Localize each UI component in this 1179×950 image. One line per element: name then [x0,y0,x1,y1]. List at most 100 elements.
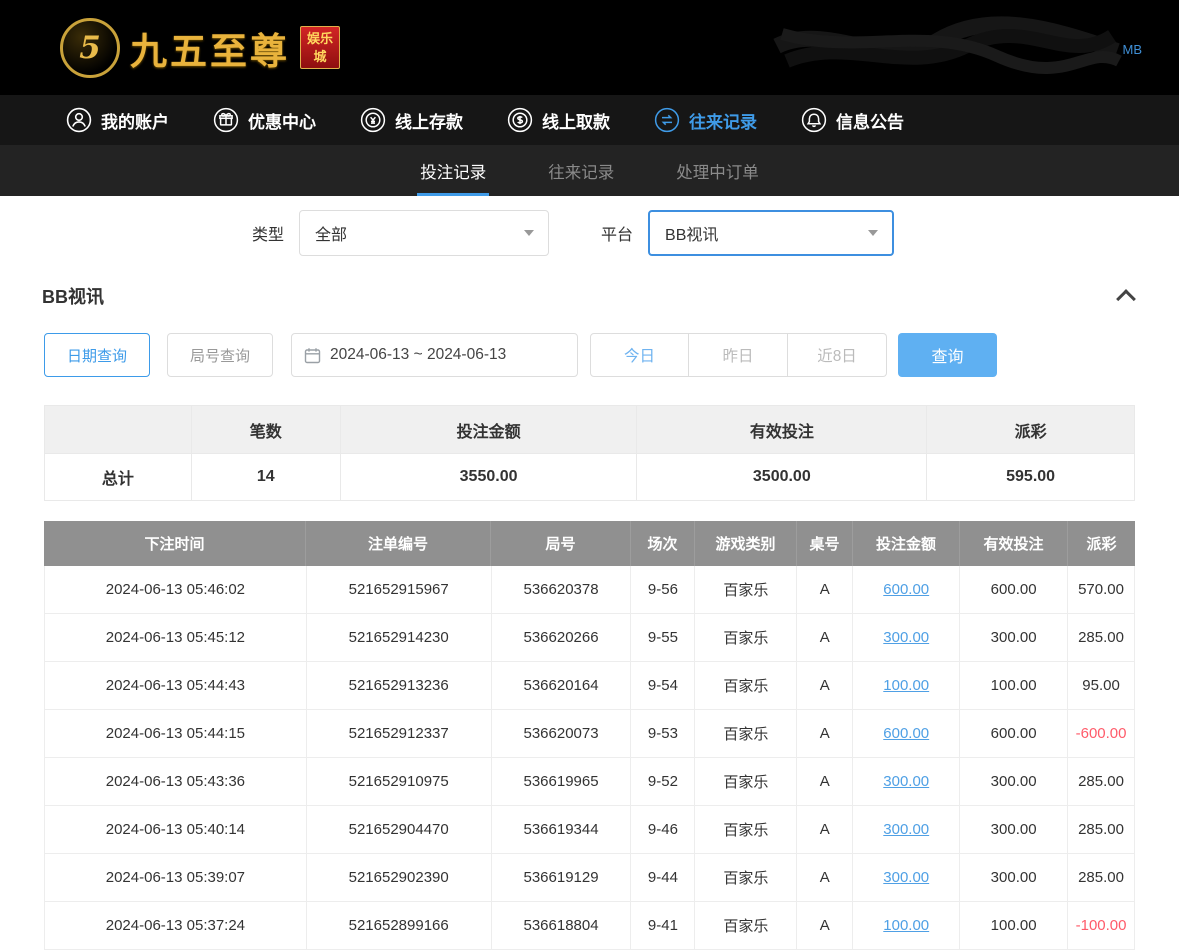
payout-cell: -600.00 [1068,710,1135,757]
table-no-cell: A [797,758,853,805]
nav-item-promotions[interactable]: 优惠中心 [213,107,316,133]
summary-header-row: 笔数 投注金额 有效投注 派彩 [45,406,1135,454]
logo-glyph: 5 [79,30,101,66]
bet-amount-link[interactable]: 100.00 [853,902,960,949]
table-no-cell: A [797,662,853,709]
valid-bet-cell: 300.00 [960,758,1068,805]
bet-amount-link[interactable]: 600.00 [853,710,960,757]
bet-amount-link[interactable]: 300.00 [853,854,960,901]
type-select-value: 全部 [315,221,347,245]
col-header-valid-bet: 有效投注 [960,521,1068,566]
top-header: 5 九五至尊 娱乐城 MB [0,0,1179,95]
col-header-session: 场次 [631,521,695,566]
logo-text: 九五至尊 [130,21,290,75]
logo-badge: 娱乐城 [300,26,340,69]
col-header-bet-time: 下注时间 [44,521,306,566]
main-nav: 我的账户 优惠中心 线上存款 线上取款 往来记录 信息公告 [0,95,1179,145]
table-row: 2024-06-13 05:39:07521652902390536619129… [45,854,1135,902]
nav-item-my-account[interactable]: 我的账户 [66,107,169,133]
game-type-cell: 百家乐 [695,902,797,949]
filter-row: 类型 全部 平台 BB视讯 [252,210,1179,256]
session-cell: 9-46 [631,806,695,853]
yesterday-button[interactable]: 昨日 [689,333,788,377]
redacted-scribble [767,16,1127,78]
summary-total-row: 总计 14 3550.00 3500.00 595.00 [45,454,1135,501]
logo-emblem-icon: 5 [60,18,120,78]
table-row: 2024-06-13 05:44:15521652912337536620073… [45,710,1135,758]
session-cell: 9-44 [631,854,695,901]
collapse-chevron-up-icon[interactable] [1116,289,1136,309]
order-id-cell: 521652904470 [307,806,492,853]
bet-time-cell: 2024-06-13 05:37:24 [45,902,307,949]
summary-valid-bet-value: 3500.00 [637,454,927,501]
session-cell: 9-41 [631,902,695,949]
round-id-cell: 536620266 [492,614,632,661]
deposit-coin-icon [360,107,386,133]
bet-records-table: 下注时间 注单编号 局号 场次 游戏类别 桌号 投注金额 有效投注 派彩 202… [44,521,1135,950]
order-id-cell: 521652913236 [307,662,492,709]
nav-item-label: 往来记录 [689,108,757,133]
type-select[interactable]: 全部 [299,210,549,256]
query-controls: 日期查询 局号查询 2024-06-13 ~ 2024-06-13 今日 昨日 … [44,333,1179,377]
valid-bet-cell: 600.00 [960,710,1068,757]
session-cell: 9-56 [631,566,695,613]
round-id-cell: 536620378 [492,566,632,613]
bet-amount-link[interactable]: 600.00 [853,566,960,613]
payout-cell: 95.00 [1068,662,1135,709]
nav-item-label: 线上取款 [542,108,610,133]
payout-cell: 285.00 [1068,758,1135,805]
valid-bet-cell: 100.00 [960,902,1068,949]
currency-label: MB [1123,42,1143,57]
search-button[interactable]: 查询 [898,333,997,377]
summary-payout-value: 595.00 [927,454,1135,501]
order-id-cell: 521652914230 [307,614,492,661]
table-row: 2024-06-13 05:45:12521652914230536620266… [45,614,1135,662]
game-type-cell: 百家乐 [695,758,797,805]
game-type-cell: 百家乐 [695,806,797,853]
payout-cell: 285.00 [1068,614,1135,661]
summary-header-count: 笔数 [192,406,341,454]
col-header-round-id: 局号 [491,521,631,566]
bet-amount-link[interactable]: 300.00 [853,758,960,805]
session-cell: 9-52 [631,758,695,805]
last8days-button[interactable]: 近8日 [788,333,887,377]
col-header-order-id: 注单编号 [306,521,491,566]
today-button[interactable]: 今日 [590,333,689,377]
bet-time-cell: 2024-06-13 05:44:43 [45,662,307,709]
round-id-cell: 536620164 [492,662,632,709]
payout-cell: -100.00 [1068,902,1135,949]
site-logo[interactable]: 5 九五至尊 娱乐城 [60,18,340,78]
tab-pending-orders[interactable]: 处理中订单 [673,145,762,196]
nav-item-deposit[interactable]: 线上存款 [360,107,463,133]
bet-time-cell: 2024-06-13 05:45:12 [45,614,307,661]
round-id-cell: 536619344 [492,806,632,853]
quick-date-group: 今日 昨日 近8日 [590,333,887,377]
platform-select[interactable]: BB视讯 [648,210,894,256]
record-tabs: 投注记录 往来记录 处理中订单 [0,145,1179,196]
date-range-input[interactable]: 2024-06-13 ~ 2024-06-13 [291,333,578,377]
nav-item-withdraw[interactable]: 线上取款 [507,107,610,133]
col-header-table-no: 桌号 [797,521,853,566]
bet-amount-link[interactable]: 100.00 [853,662,960,709]
nav-item-label: 信息公告 [836,108,904,133]
bet-amount-link[interactable]: 300.00 [853,614,960,661]
nav-item-transaction-records[interactable]: 往来记录 [654,107,757,133]
game-type-cell: 百家乐 [695,710,797,757]
nav-item-label: 优惠中心 [248,108,316,133]
bet-amount-link[interactable]: 300.00 [853,806,960,853]
tab-bet-records[interactable]: 投注记录 [417,145,489,196]
summary-header-bet-amount: 投注金额 [341,406,638,454]
valid-bet-cell: 300.00 [960,806,1068,853]
tab-transaction-records[interactable]: 往来记录 [545,145,617,196]
nav-item-announcements[interactable]: 信息公告 [801,107,904,133]
game-type-cell: 百家乐 [695,854,797,901]
table-row: 2024-06-13 05:37:24521652899166536618804… [45,902,1135,950]
gift-icon [213,107,239,133]
bet-time-cell: 2024-06-13 05:44:15 [45,710,307,757]
payout-cell: 285.00 [1068,806,1135,853]
round-query-button[interactable]: 局号查询 [167,333,273,377]
bet-table-body: 2024-06-13 05:46:02521652915967536620378… [44,566,1135,950]
game-type-cell: 百家乐 [695,662,797,709]
date-query-button[interactable]: 日期查询 [44,333,150,377]
summary-header-payout: 派彩 [927,406,1135,454]
